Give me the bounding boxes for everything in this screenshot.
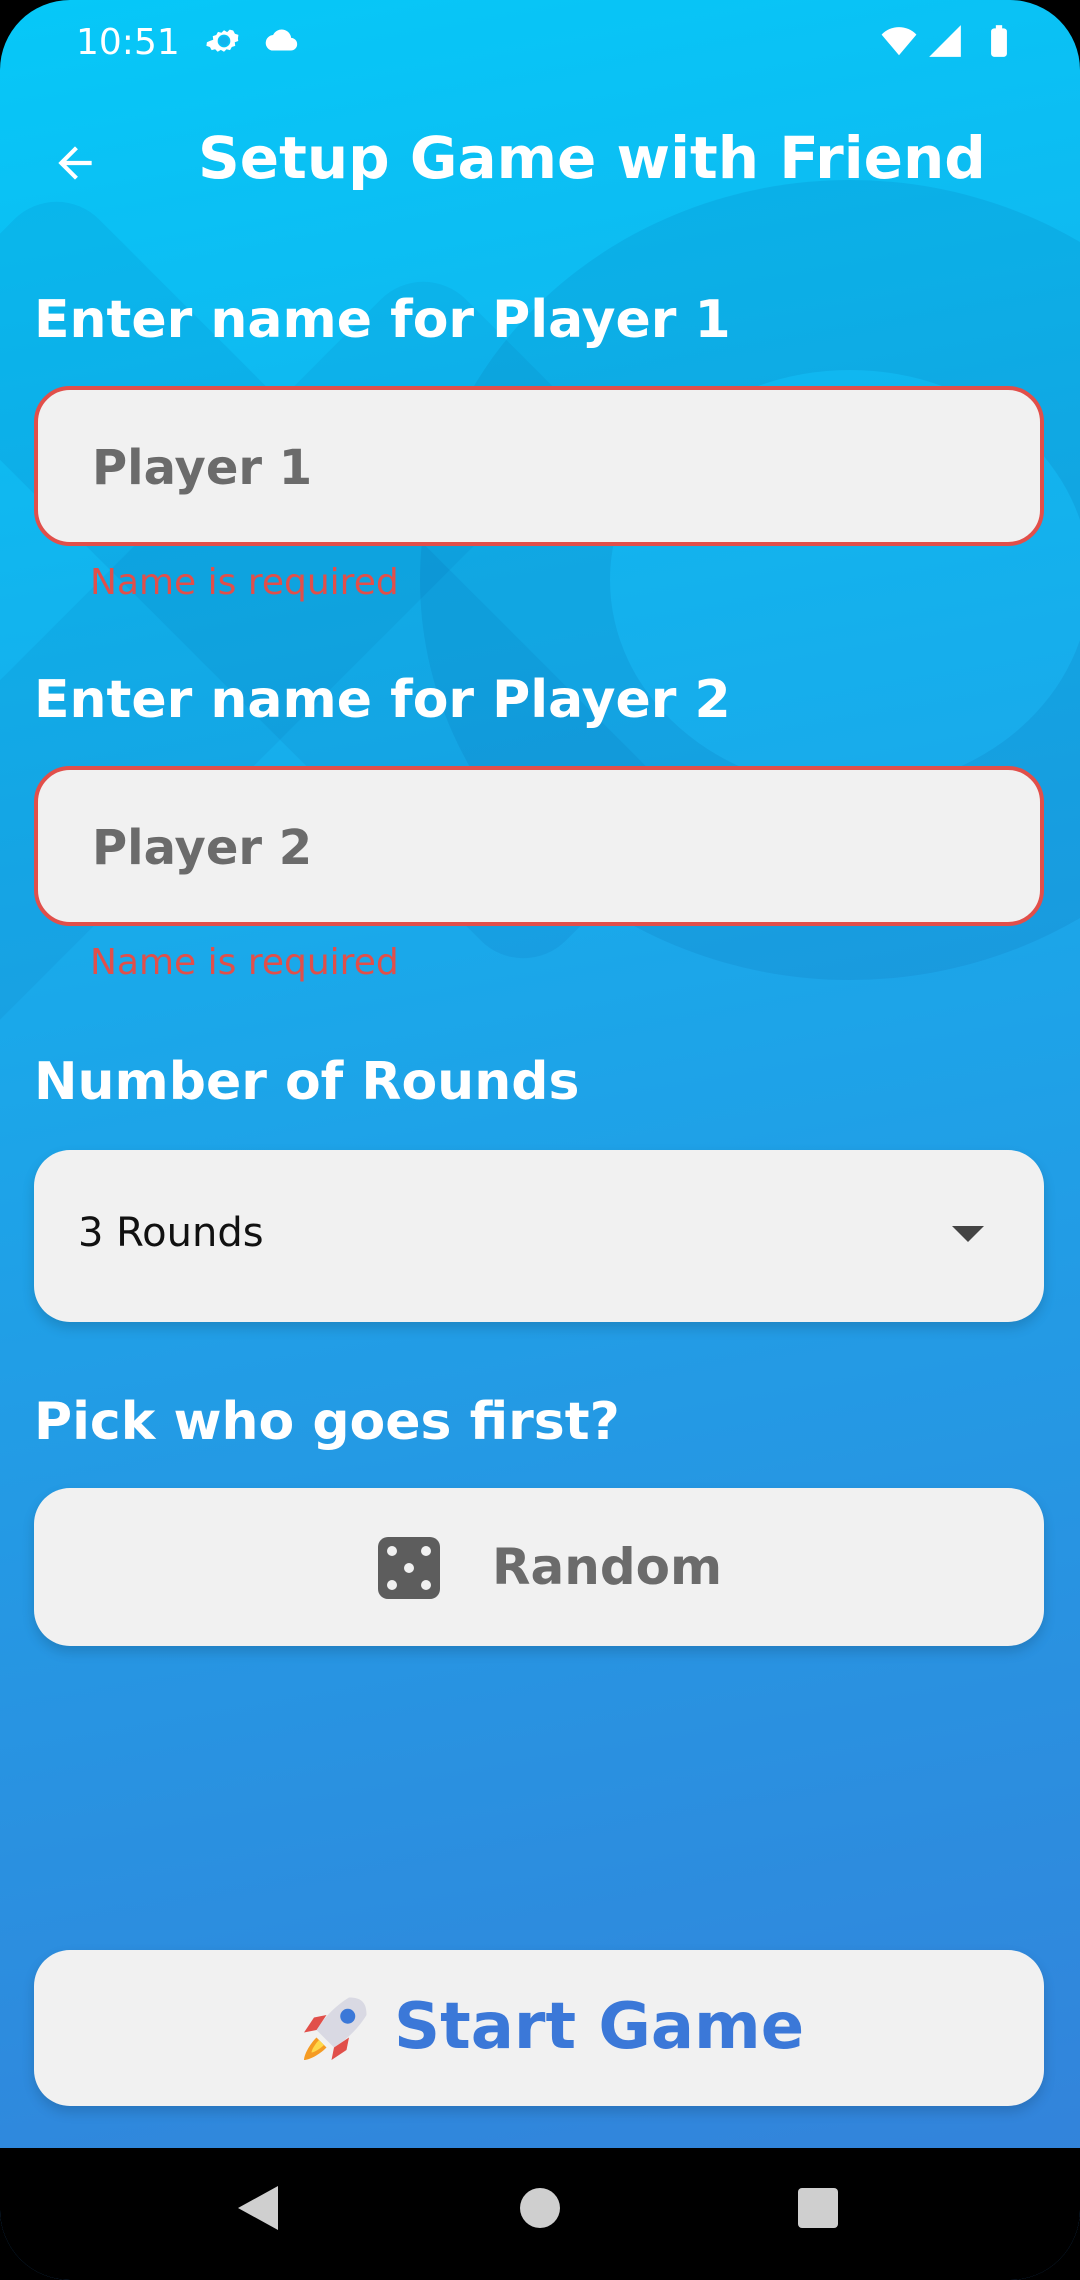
- player1-name-input[interactable]: Player 1: [34, 386, 1044, 546]
- start-game-button[interactable]: Start Game: [34, 1950, 1044, 2106]
- first-player-label: Pick who goes first?: [34, 1392, 620, 1452]
- status-time: 10:51: [76, 22, 180, 63]
- back-button[interactable]: [40, 128, 110, 198]
- nav-back-icon[interactable]: [238, 2186, 278, 2230]
- player1-error: Name is required: [90, 562, 399, 603]
- rounds-label: Number of Rounds: [34, 1052, 580, 1112]
- rocket-icon: [304, 1997, 367, 2060]
- nav-recents-icon[interactable]: [798, 2188, 838, 2228]
- player1-label: Enter name for Player 1: [34, 290, 731, 350]
- nav-home-icon[interactable]: [520, 2188, 560, 2228]
- status-bar: 10:51: [0, 0, 1080, 90]
- rounds-dropdown[interactable]: 3 Rounds: [34, 1150, 1044, 1322]
- page-title: Setup Game with Friend: [198, 124, 986, 192]
- app-bar: Setup Game with Friend: [0, 110, 1080, 220]
- player2-name-input[interactable]: Player 2: [34, 766, 1044, 926]
- battery-icon: [991, 25, 1007, 57]
- random-first-button[interactable]: Random: [34, 1488, 1044, 1646]
- navigation-bar: [0, 2148, 1080, 2280]
- gear-icon: [206, 29, 239, 52]
- player2-error: Name is required: [90, 942, 399, 983]
- player2-label: Enter name for Player 2: [34, 670, 731, 730]
- rounds-value: 3 Rounds: [78, 1210, 264, 1256]
- signal-icon: [929, 25, 961, 57]
- start-game-label: Start Game: [394, 1990, 805, 2064]
- player1-placeholder: Player 1: [92, 440, 313, 496]
- cloud-icon: [265, 29, 298, 51]
- player2-placeholder: Player 2: [92, 820, 313, 876]
- dice-icon: [378, 1537, 440, 1599]
- dropdown-arrow-icon: [952, 1226, 984, 1242]
- random-label: Random: [492, 1538, 723, 1596]
- wifi-icon: [881, 27, 917, 56]
- arrow-left-icon: [58, 146, 92, 180]
- screen: 10:51 Setup Game with Friend Enter name …: [0, 0, 1080, 2280]
